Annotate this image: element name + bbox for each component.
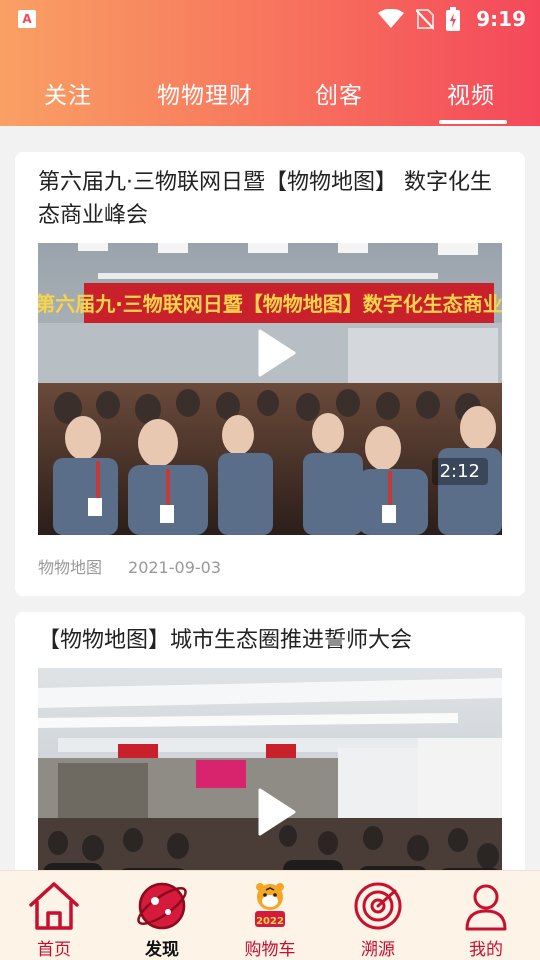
clock: 9:19 (476, 7, 526, 31)
tab-follow[interactable]: 关注 (44, 76, 92, 110)
stage-banner-text: 第六届九·三物联网日暨【物物地图】数字化生态商业峰会 (38, 292, 502, 316)
nav-trace-label: 溯源 (361, 940, 395, 960)
planet-icon (137, 882, 187, 930)
person-icon (465, 884, 507, 931)
tab-maker[interactable]: 创客 (315, 76, 363, 110)
nav-cart[interactable]: 2022 购物车 (216, 871, 324, 960)
conference-photo: 第六届九·三物联网日暨【物物地图】数字化生态商业峰会 (38, 243, 502, 535)
tab-video[interactable]: 视频 (447, 76, 495, 110)
nav-discover[interactable]: 发现 (108, 871, 216, 960)
video-title: 【物物地图】城市生态圈推进誓师大会 (38, 628, 413, 653)
video-duration: 2:12 (431, 458, 488, 485)
nav-profile[interactable]: 我的 (432, 871, 540, 960)
nav-profile-label: 我的 (469, 940, 503, 960)
video-meta: 物物地图 2021-09-03 (38, 554, 221, 578)
video-card[interactable]: 第六届九·三物联网日暨【物物地图】 数字化生态商业峰会 第六届九·三物联网日暨【… (15, 152, 525, 596)
radar-icon (354, 882, 402, 930)
tab-bar: 关注 物物理财 创客 视频 (0, 66, 540, 124)
play-icon[interactable] (256, 788, 296, 836)
top-header: A 9:19 关注 物物理财 创客 视频 (0, 0, 540, 126)
play-icon[interactable] (256, 329, 296, 377)
no-sim-icon (416, 9, 435, 30)
bottom-nav: 首页 发现 2022 购物车 溯源 我的 (0, 870, 540, 960)
svg-text:2022: 2022 (256, 916, 284, 927)
status-icons: 9:19 (378, 6, 526, 32)
video-thumbnail[interactable]: 第六届九·三物联网日暨【物物地图】数字化生态商业峰会 2:12 (38, 243, 502, 535)
nav-home[interactable]: 首页 (0, 871, 108, 960)
tiger-mascot-icon: 2022 (255, 883, 285, 927)
video-title: 第六届九·三物联网日暨【物物地图】 数字化生态商业峰会 (38, 170, 492, 228)
nav-cart-label: 购物车 (244, 940, 296, 960)
nav-trace[interactable]: 溯源 (324, 871, 432, 960)
active-tab-indicator (439, 120, 507, 124)
home-icon (29, 882, 79, 930)
app-notification-icon: A (18, 10, 36, 28)
battery-charging-icon (446, 7, 461, 31)
wifi-icon (378, 9, 405, 28)
video-card[interactable]: 【物物地图】城市生态圈推进誓师大会 (15, 612, 525, 912)
tab-finance[interactable]: 物物理财 (157, 76, 253, 110)
video-date: 2021-09-03 (128, 558, 221, 577)
nav-discover-label: 发现 (145, 940, 179, 960)
status-bar: A 9:19 (0, 0, 540, 38)
video-source: 物物地图 (38, 558, 103, 577)
nav-home-label: 首页 (37, 940, 71, 960)
